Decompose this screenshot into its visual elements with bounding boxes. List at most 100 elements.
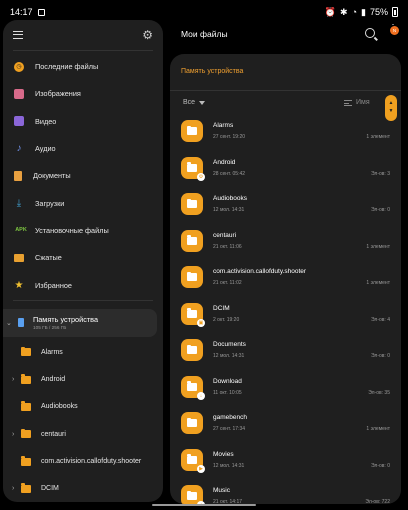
file-name: com.activision.callofduty.shooter [213, 268, 307, 275]
tree-folder-item[interactable]: com.activision.callofduty.shooter [3, 448, 163, 475]
folder-icon [21, 374, 31, 384]
nav-video[interactable]: Видео [3, 108, 163, 135]
download-icon: ⤓ [16, 197, 22, 209]
device-storage-item[interactable]: ⌄ Память устройства 105 ГБ / 256 ГБ [3, 308, 157, 337]
chevron-right-icon[interactable]: › [12, 376, 21, 383]
file-item-count: 1 элемент [366, 134, 390, 140]
nav-audio[interactable]: ♪ Аудио [3, 135, 163, 162]
sort-button[interactable]: Имя [344, 99, 370, 106]
file-row[interactable]: ⚙ Android 28 сент. 05:42 Эл-ов: 3 [170, 155, 401, 192]
nav-apk[interactable]: APK Установочные файлы [3, 217, 163, 244]
chevron-right-icon[interactable]: › [12, 431, 21, 438]
category-list: ◷ Последние файлы Изображения Видео ♪ Аудио До… [3, 51, 163, 299]
tree-folder-item[interactable]: › Android [3, 366, 163, 393]
nav-documents[interactable]: Документы [3, 162, 163, 189]
bluetooth-icon: ✱ [340, 6, 348, 17]
star-icon: ★ [14, 279, 24, 291]
sort-label: Имя [356, 99, 370, 106]
music-note-icon: ♪ [16, 143, 22, 155]
file-item-count: 1 элемент [366, 243, 390, 250]
drawer-divider [13, 299, 153, 301]
folder-type-badge-icon: ⚙ [197, 172, 205, 181]
tree-folder-label: DCIM [41, 485, 59, 493]
folder-icon [181, 229, 203, 252]
nav-images[interactable]: Изображения [3, 80, 163, 107]
file-row[interactable]: ♪Music21 окт. 14:17Эл-ов: 722 [170, 483, 401, 504]
file-item-count: 1 элемент [366, 426, 390, 432]
file-date: 21 окт. 11:06 [213, 243, 242, 250]
file-date: 21 окт. 11:02 [213, 280, 242, 286]
nav-favorites[interactable]: ★ Избранное [3, 271, 163, 298]
battery-percent: 75% [369, 7, 388, 17]
chevron-down-icon[interactable]: ⌄ [6, 319, 15, 327]
folder-icon: ▣ [181, 302, 205, 327]
tree-folder-label: Alarms [41, 348, 63, 356]
file-name: DCIM [213, 304, 230, 312]
gesture-bar[interactable] [152, 504, 256, 506]
folder-icon [21, 401, 31, 411]
nav-item-label: Загрузки [35, 198, 65, 208]
document-icon [14, 170, 22, 181]
folder-icon [21, 428, 31, 439]
tree-folder-item[interactable]: › DCIM [3, 475, 163, 502]
nav-item-label: Установочные файлы [35, 225, 109, 235]
file-date: 12 мол. 14:31 [213, 353, 245, 359]
storage-usage: 105 ГБ / 256 ГБ [33, 325, 67, 331]
folder-icon [181, 339, 203, 361]
file-row[interactable]: Audiobooks 12 мол. 14:31 Эл-ов: 0 [170, 191, 401, 228]
wifi-icon: ◔ [351, 7, 358, 17]
file-item-count: Эл-ов: 0 [370, 462, 390, 469]
file-date: 12 мол. 14:31 [213, 462, 245, 469]
chevron-right-icon[interactable]: › [12, 485, 21, 492]
alarm-icon: ⏰ [324, 6, 337, 17]
file-row[interactable]: ▣ DCIM 2 окт. 19:20 Эл-ов: 4 [170, 301, 401, 338]
tree-folder-label: Audiobooks [41, 403, 78, 411]
file-date: 28 сент. 05:42 [213, 170, 246, 177]
nav-item-label: Документы [33, 171, 71, 181]
file-name: Documents [213, 341, 246, 348]
folder-tree: Alarms › Android Audiobooks › centauri com.act… [3, 339, 163, 502]
settings-gear-icon[interactable]: ⚙ [142, 28, 153, 42]
file-item-count: 1 элемент [366, 280, 390, 286]
file-name: Android [213, 158, 236, 166]
breadcrumb[interactable]: Память устройства [181, 68, 243, 75]
app-title: Мои файлы [181, 29, 228, 39]
folder-icon [181, 266, 203, 288]
folder-type-badge-icon: ▶ [197, 464, 205, 473]
folder-icon [181, 120, 203, 142]
nav-item-label: Изображения [35, 89, 81, 99]
folder-icon [21, 483, 31, 493]
file-name: Audiobooks [213, 195, 247, 202]
gallery-notification-icon [37, 8, 45, 16]
panel-divider [170, 90, 401, 91]
nav-downloads[interactable]: ⤓ Загрузки [3, 189, 163, 216]
nav-item-label: Видео [35, 116, 57, 126]
battery-icon [392, 7, 398, 17]
file-row[interactable]: Alarms 27 сент. 19:20 1 элемент [170, 118, 401, 155]
storage-title: Память устройства [33, 315, 99, 325]
file-row[interactable]: ↓ Download 11 окт. 10:05 Эл-ов: 35 [170, 374, 401, 411]
search-icon[interactable] [365, 28, 375, 38]
tree-folder-item[interactable]: › centauri [3, 421, 163, 448]
video-icon [14, 116, 24, 127]
file-date: 27 сент. 19:20 [213, 134, 246, 140]
tree-folder-item[interactable]: Audiobooks [3, 393, 163, 420]
file-item-count: Эл-ов: 35 [368, 389, 390, 396]
archive-icon [14, 253, 24, 262]
tree-folder-item[interactable]: Alarms [3, 339, 163, 366]
folder-icon: ▶ [181, 448, 205, 473]
tree-folder-label: Android [41, 376, 66, 384]
filter-dropdown[interactable]: Все [183, 99, 206, 106]
file-row[interactable]: gamebench 27 сент. 17:34 1 элемент [170, 410, 401, 447]
nav-compressed[interactable]: Сжатые [3, 244, 163, 271]
folder-icon [21, 346, 31, 357]
image-icon [14, 88, 24, 99]
file-row[interactable]: ▶ Movies 12 мол. 14:31 Эл-ов: 0 [170, 447, 401, 484]
nav-recent[interactable]: ◷ Последние файлы [3, 53, 163, 80]
file-row[interactable]: Documents 12 мол. 14:31 Эл-ов: 0 [170, 337, 401, 374]
file-row[interactable]: com.activision.callofduty.shooter 21 окт.… [170, 264, 401, 301]
menu-icon[interactable] [13, 31, 23, 39]
nav-item-label: Сжатые [35, 253, 62, 263]
file-row[interactable]: centauri 21 окт. 11:06 1 элемент [170, 228, 401, 265]
folder-icon: ⚙ [181, 156, 205, 181]
